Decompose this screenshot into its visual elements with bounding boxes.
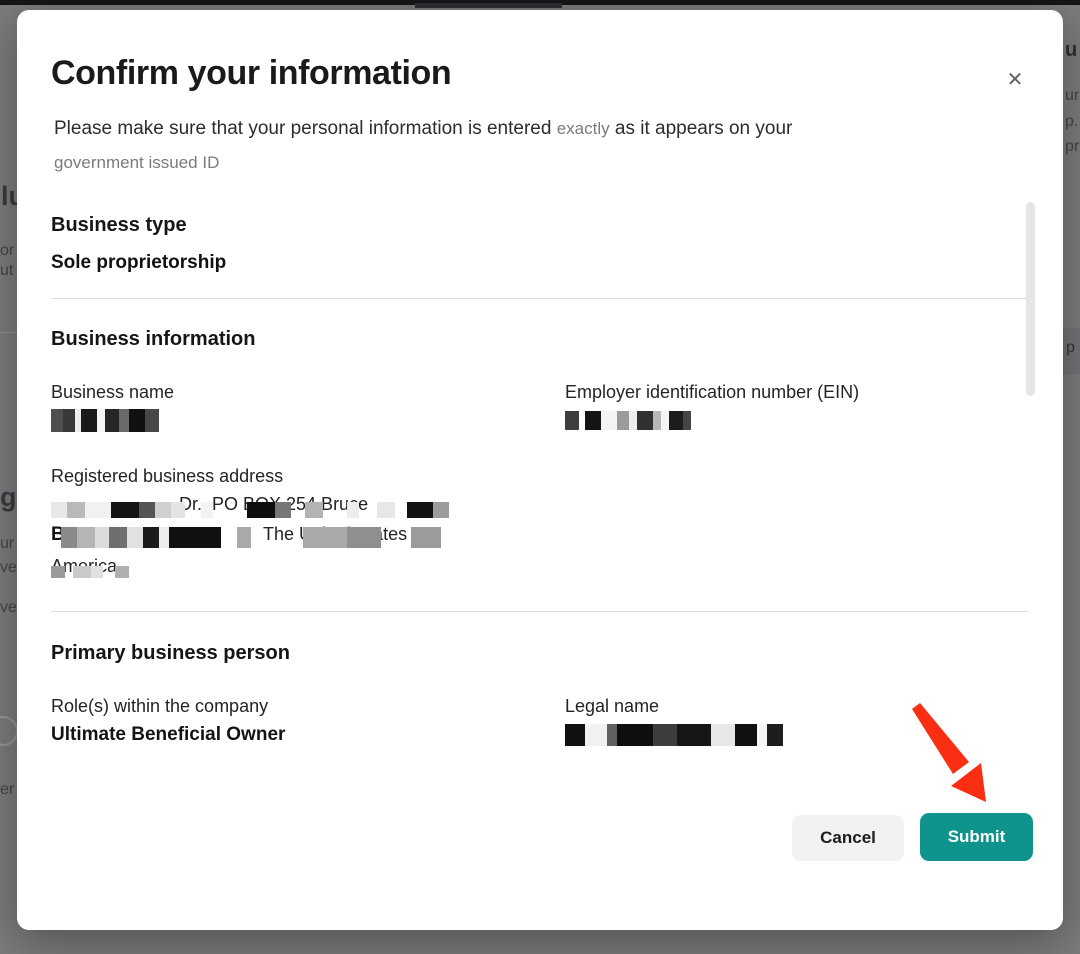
role-value: Ultimate Beneficial Owner — [51, 724, 285, 746]
background-text-fragment: u — [1065, 40, 1077, 60]
background-text-fragment: ve — [0, 600, 17, 616]
background-text-fragment: ut — [0, 263, 13, 279]
redacted-ein-value — [565, 411, 697, 430]
background-text-fragment: p. — [1065, 114, 1078, 130]
dialog-title: Confirm your information — [51, 54, 451, 93]
section-divider — [51, 298, 1028, 299]
redaction-mosaic — [51, 502, 479, 518]
field-label-roles: Role(s) within the company — [51, 696, 268, 717]
annotation-arrow — [899, 696, 1009, 816]
background-divider — [0, 332, 17, 333]
background-text-fragment: or — [0, 243, 14, 259]
background-radio-circle — [0, 716, 18, 746]
background-page-bar — [415, 3, 562, 8]
field-label-registered-address: Registered business address — [51, 466, 283, 487]
subtitle-text-1: Please make sure that your personal info… — [54, 118, 557, 139]
field-label-legal-name: Legal name — [565, 696, 659, 717]
section-heading-business-information: Business information — [51, 328, 255, 351]
background-text-fragment: ur — [0, 536, 14, 552]
background-text-fragment: ur — [1065, 88, 1079, 104]
subtitle-line2: government issued ID — [54, 146, 792, 180]
dialog-subtitle: Please make sure that your personal info… — [54, 112, 792, 180]
subtitle-emphasis: exactly — [557, 119, 610, 138]
field-label-ein: Employer identification number (EIN) — [565, 382, 859, 403]
section-heading-business-type: Business type — [51, 214, 187, 237]
subtitle-text-2: as it appears on your — [610, 118, 793, 139]
background-text-fragment: p — [1066, 340, 1075, 356]
background-text-fragment: er — [0, 782, 14, 798]
confirm-information-dialog: Confirm your information ✕ Please make s… — [17, 10, 1063, 930]
redacted-address-line-2: B The United States o — [51, 524, 487, 552]
redaction-mosaic — [51, 527, 487, 548]
field-label-business-name: Business name — [51, 382, 174, 403]
cancel-button[interactable]: Cancel — [792, 815, 904, 861]
section-divider — [51, 611, 1028, 612]
redacted-address-line-1: Dr., PO BOX 254 Bruce — [51, 494, 479, 522]
close-icon: ✕ — [1007, 69, 1024, 91]
redaction-mosaic — [51, 566, 147, 578]
background-text-fragment: pr — [1065, 139, 1079, 155]
modal-scrollbar-thumb[interactable] — [1026, 202, 1035, 396]
business-type-value: Sole proprietorship — [51, 252, 226, 274]
submit-button[interactable]: Submit — [920, 813, 1033, 861]
redacted-legal-name-value — [565, 724, 783, 746]
redacted-business-name-value — [51, 409, 159, 432]
close-button[interactable]: ✕ — [997, 62, 1033, 98]
section-heading-primary-person: Primary business person — [51, 642, 290, 665]
redacted-address-line-3: America — [51, 556, 147, 584]
background-text-fragment: ve — [0, 560, 17, 576]
